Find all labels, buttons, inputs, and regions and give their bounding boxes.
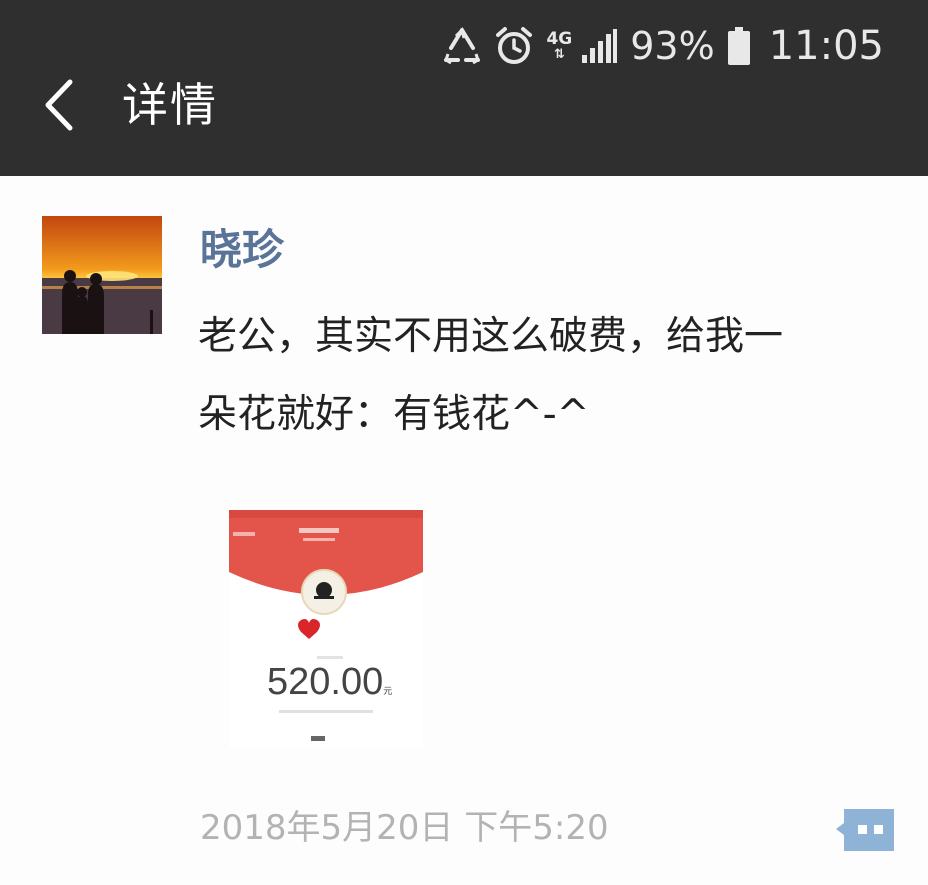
red-packet-amount: 520.00元 bbox=[267, 661, 393, 703]
signal-icon bbox=[580, 28, 618, 64]
alarm-icon bbox=[494, 26, 534, 66]
chevron-left-icon bbox=[45, 79, 73, 131]
status-bar: 4G ⇅ 93% 11:05 bbox=[442, 22, 884, 70]
currency-unit: 元 bbox=[383, 686, 393, 696]
page-title: 详情 bbox=[122, 78, 218, 132]
post-text-line: 老公，其实不用这么破费，给我一 bbox=[198, 314, 784, 359]
post-text: 老公，其实不用这么破费，给我一 朵花就好：有钱花^-^ bbox=[198, 298, 888, 454]
top-bar: 4G ⇅ 93% 11:05 详情 bbox=[0, 0, 928, 176]
back-button[interactable] bbox=[38, 78, 88, 132]
network-indicator: 4G ⇅ bbox=[546, 29, 573, 62]
comment-button[interactable] bbox=[834, 807, 896, 853]
comment-icon bbox=[836, 809, 894, 851]
avatar[interactable] bbox=[42, 216, 162, 334]
post-text-line: 朵花就好：有钱花^-^ bbox=[198, 392, 590, 437]
data-arrows-icon: ⇅ bbox=[553, 47, 565, 62]
author-name[interactable]: 晓珍 bbox=[200, 222, 284, 278]
clock: 11:05 bbox=[768, 23, 884, 69]
network-type: 4G bbox=[546, 29, 573, 49]
battery-percent: 93% bbox=[630, 24, 715, 68]
post-detail: 晓珍 老公，其实不用这么破费，给我一 朵花就好：有钱花^-^ 520.00元 2… bbox=[0, 176, 928, 885]
post-image[interactable]: 520.00元 bbox=[229, 510, 423, 748]
post-timestamp: 2018年5月20日 下午5:20 bbox=[200, 808, 609, 848]
recycle-icon bbox=[442, 27, 482, 65]
battery-icon bbox=[727, 26, 751, 66]
